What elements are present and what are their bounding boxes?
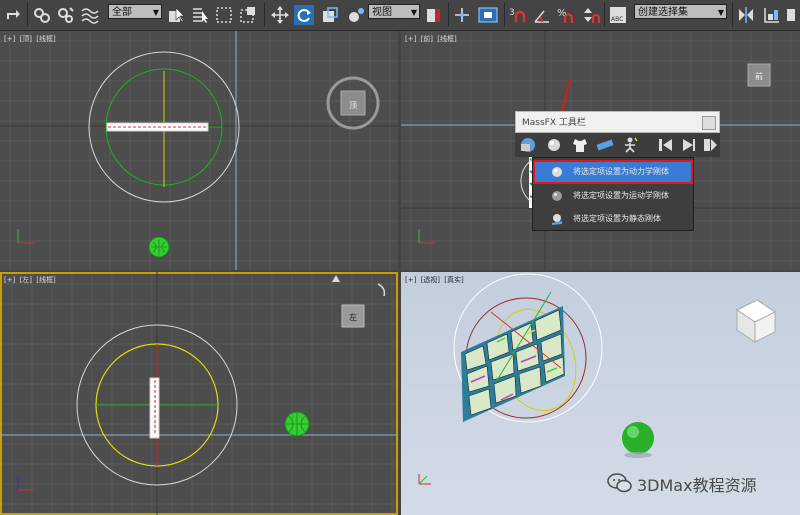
select-object-icon[interactable] (166, 5, 186, 25)
keyboard-shortcut-icon[interactable] (478, 5, 498, 25)
viewport-top[interactable]: 顶 [+] [顶] [线框] (0, 31, 398, 270)
vp-view-name[interactable]: [前] (421, 35, 433, 43)
reset-simulation-icon[interactable] (657, 136, 675, 154)
main-toolbar: 全部 ▼ 视图 ▼ 3 % ABC 创建选择集 ▼ (0, 0, 800, 31)
reference-coord-dropdown[interactable]: 视图 ▼ (368, 4, 420, 19)
align-icon[interactable] (762, 5, 782, 25)
vp-shading-mode[interactable]: [真实] (444, 276, 463, 284)
pivot-icon[interactable] (346, 5, 366, 25)
vp-plus[interactable]: [+] (405, 35, 416, 43)
vp-view-name[interactable]: [左] (20, 276, 32, 284)
redo-icon[interactable] (4, 5, 24, 25)
constraint-icon[interactable] (595, 136, 615, 154)
vp-shading-mode[interactable]: [线框] (36, 276, 55, 284)
rect-region-icon[interactable] (214, 5, 234, 25)
link-icon[interactable] (32, 5, 52, 25)
bind-spacewarp-icon[interactable] (80, 5, 100, 25)
viewport-front-label[interactable]: [+] [前] [线框] (405, 34, 459, 44)
vp-plus[interactable]: [+] (405, 276, 416, 284)
vp-view-name[interactable]: [透视] (421, 276, 440, 284)
move-icon[interactable] (270, 5, 290, 25)
static-rigid-body-icon (552, 214, 562, 225)
viewport-left-label[interactable]: [+] [左] [线框] (4, 275, 58, 285)
svg-text:3: 3 (509, 8, 515, 18)
percent-snap-icon[interactable]: % (556, 5, 576, 25)
massfx-toolbar-bar (515, 133, 720, 157)
step-simulation-icon[interactable] (701, 136, 719, 154)
viewport-top-label[interactable]: [+] [顶] [线框] (4, 34, 58, 44)
viewport-left[interactable]: 左 [+] [左] [线框] (0, 272, 398, 515)
toolbar-more-icon[interactable] (786, 5, 800, 25)
unlink-icon[interactable] (56, 5, 76, 25)
viewcube-top-face: 顶 (349, 101, 357, 110)
play-simulation-icon[interactable] (679, 136, 697, 154)
vp-plus[interactable]: [+] (4, 276, 15, 284)
menu-item-static-rigid-body[interactable]: 将选定项设置为静态刚体 (535, 209, 691, 229)
world-settings-icon[interactable] (519, 136, 537, 154)
cloth-icon[interactable] (571, 136, 589, 154)
viewcube-front-face: 前 (755, 71, 763, 81)
window-crossing-icon[interactable] (238, 5, 258, 25)
menu-item-dynamic-rigid-body[interactable]: 将选定项设置为动力学刚体 (533, 160, 693, 184)
snap-3d-icon[interactable]: 3 (508, 5, 528, 25)
menu-item-kinematic-rigid-body[interactable]: 将选定项设置为运动学刚体 (535, 186, 691, 206)
vp-view-name[interactable]: [顶] (20, 35, 32, 43)
angle-snap-icon[interactable] (532, 5, 552, 25)
rotate-icon[interactable] (294, 5, 314, 25)
viewport-perspective-label[interactable]: [+] [透视] [真实] (405, 275, 466, 285)
vp-plus[interactable]: [+] (4, 35, 15, 43)
rigid-body-icon[interactable] (545, 136, 563, 154)
vp-shading-mode[interactable]: [线框] (36, 35, 55, 43)
watermark: 3DMax教程资源 (607, 470, 792, 496)
select-manipulate-icon[interactable] (452, 5, 472, 25)
close-icon[interactable] (702, 116, 716, 130)
svg-text:ABC: ABC (611, 16, 623, 23)
massfx-title[interactable]: MassFX 工具栏 (515, 111, 720, 133)
viewcube-front: 前 (747, 63, 771, 87)
use-center-icon[interactable] (424, 5, 444, 25)
scale-icon[interactable] (320, 5, 340, 25)
rigid-body-flyout-menu: 将选定项设置为动力学刚体 将选定项设置为运动学刚体 将选定项设置为静态刚体 (532, 157, 694, 231)
ragdoll-icon[interactable] (621, 136, 639, 154)
spinner-snap-icon[interactable] (580, 5, 600, 25)
mirror-icon[interactable] (736, 5, 756, 25)
viewcube-left-face: 左 (349, 312, 357, 322)
edit-named-sel-icon[interactable]: ABC (608, 5, 628, 25)
named-selection-dropdown[interactable]: 创建选择集 ▼ (634, 4, 727, 19)
dynamic-rigid-body-icon (552, 167, 562, 177)
selection-filter-dropdown[interactable]: 全部 ▼ (108, 4, 162, 19)
wechat-icon (607, 473, 632, 493)
select-by-name-icon[interactable] (190, 5, 210, 25)
viewcube-perspective (736, 299, 776, 343)
vp-shading-mode[interactable]: [线框] (437, 35, 456, 43)
kinematic-rigid-body-icon (552, 191, 562, 201)
